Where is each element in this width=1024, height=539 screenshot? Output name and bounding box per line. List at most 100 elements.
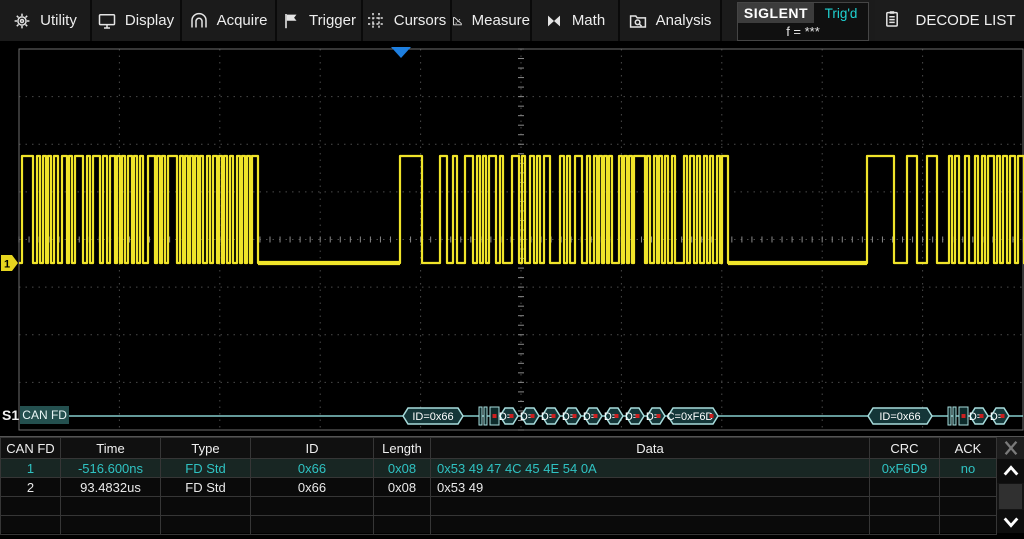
menu-item-acquire[interactable]: Acquire <box>182 0 277 41</box>
trigger-position-marker[interactable] <box>391 47 411 58</box>
menu-item-utility[interactable]: Utility <box>0 0 92 41</box>
close-icon <box>1001 439 1021 457</box>
table-cell <box>870 478 940 497</box>
table-cell: FD Std <box>161 459 251 478</box>
menu-item-label: Utility <box>40 12 77 29</box>
analysis-icon <box>629 12 647 30</box>
table-row[interactable] <box>1 516 997 535</box>
truncation-dot <box>980 414 984 418</box>
decode-short-bit <box>953 407 956 425</box>
column-header-crc: CRC <box>870 438 940 459</box>
scroll-up-button[interactable] <box>997 459 1024 483</box>
menu-item-label: Math <box>572 12 605 29</box>
table-cell <box>251 516 374 535</box>
table-cell <box>940 516 997 535</box>
menu-item-analysis[interactable]: Analysis <box>620 0 722 41</box>
bus-type-button[interactable]: CAN FD <box>20 406 69 424</box>
table-cell: 0x08 <box>374 459 431 478</box>
truncation-dot <box>531 414 535 418</box>
table-cell <box>251 497 374 516</box>
menu-item-trigger[interactable]: Trigger <box>277 0 363 41</box>
column-header-time: Time <box>61 438 161 459</box>
table-cell <box>61 516 161 535</box>
table-cell <box>61 497 161 516</box>
decode-bubble-label: ID=0x66 <box>412 411 453 423</box>
decode-short-bit <box>484 407 487 425</box>
table-cell: 0x66 <box>251 459 374 478</box>
trigger-status-badge: Trig'd <box>814 3 868 23</box>
table-cell: 0xF6D9 <box>870 459 940 478</box>
table-cell <box>374 516 431 535</box>
table-row[interactable]: 293.4832usFD Std0x660x080x53 49 <box>1 478 997 497</box>
table-header-row: CAN FDTimeTypeIDLengthDataCRCACK <box>1 438 997 459</box>
decode-list-button[interactable]: DECODE LIST <box>875 0 1024 41</box>
channel1-waveform <box>19 156 1024 263</box>
truncation-dot <box>1001 414 1005 418</box>
table-cell: 0x08 <box>374 478 431 497</box>
close-button[interactable] <box>997 437 1024 459</box>
frequency-readout: f = *** <box>738 23 868 40</box>
table-row[interactable]: 1-516.600nsFD Std0x660x080x53 49 47 4C 4… <box>1 459 997 478</box>
decode-bubble-label: C=0xF6D <box>667 411 714 423</box>
table-cell <box>374 497 431 516</box>
column-header-data: Data <box>431 438 870 459</box>
acquire-icon <box>190 12 208 30</box>
table-cell: 1 <box>1 459 61 478</box>
truncation-dot <box>962 414 966 418</box>
chevron-down-icon <box>1001 513 1021 531</box>
scope-canvas: 1ID=0x66D=D=D=D=D=D=D=D=C=0xF6DID=0x66D=… <box>0 45 1024 432</box>
table-cell: 93.4832us <box>61 478 161 497</box>
decode-short-bit <box>479 407 482 425</box>
bus-label: S1 <box>0 407 19 423</box>
menu-item-cursors[interactable]: Cursors <box>363 0 452 41</box>
menu-item-label: Trigger <box>309 12 356 29</box>
truncation-dot <box>552 414 556 418</box>
menu-item-label: Display <box>125 12 174 29</box>
decode-table: CAN FDTimeTypeIDLengthDataCRCACK 1-516.6… <box>0 437 997 535</box>
truncation-dot <box>594 414 598 418</box>
decode-list-panel: CAN FDTimeTypeIDLengthDataCRCACK 1-516.6… <box>0 436 1024 533</box>
table-row[interactable] <box>1 497 997 516</box>
math-icon <box>545 12 563 30</box>
table-cell <box>1 516 61 535</box>
menu-items: Utility Display Acquire Trigger Cursors Measu… <box>0 0 722 41</box>
menu-item-measure[interactable]: Measure <box>452 0 532 41</box>
truncation-dot <box>573 414 577 418</box>
table-cell <box>870 497 940 516</box>
scrollbar-thumb[interactable] <box>999 484 1022 510</box>
truncation-dot <box>710 414 714 418</box>
menu-item-label: Cursors <box>394 12 447 29</box>
table-cell <box>431 497 870 516</box>
table-cell <box>431 516 870 535</box>
table-cell: 0x66 <box>251 478 374 497</box>
cursors-icon <box>367 12 385 30</box>
status-panel: SIGLENT Trig'd f = *** <box>737 2 869 41</box>
scroll-down-button[interactable] <box>997 510 1024 533</box>
table-cell: no <box>940 459 997 478</box>
display-icon <box>98 12 116 30</box>
table-cell <box>870 516 940 535</box>
truncation-dot <box>657 414 661 418</box>
menu-item-label: Acquire <box>217 12 268 29</box>
decode-short-bit <box>948 407 951 425</box>
decode-list-icon <box>883 10 901 32</box>
truncation-dot <box>636 414 640 418</box>
brand-logo: SIGLENT <box>738 3 814 23</box>
table-controls <box>997 437 1024 533</box>
column-header-ack: ACK <box>940 438 997 459</box>
column-header-can-fd: CAN FD <box>1 438 61 459</box>
menu-item-display[interactable]: Display <box>92 0 182 41</box>
decode-bubble-label: ID=0x66 <box>879 411 920 423</box>
waveform-display: 1ID=0x66D=D=D=D=D=D=D=D=C=0xF6DID=0x66D=… <box>0 45 1024 432</box>
menu-bar: Utility Display Acquire Trigger Cursors Measu… <box>0 0 1024 43</box>
table-cell <box>940 497 997 516</box>
table-cell: 0x53 49 <box>431 478 870 497</box>
table-cell <box>161 516 251 535</box>
channel1-badge-label: 1 <box>4 259 10 271</box>
truncation-dot <box>510 414 514 418</box>
table-cell: -516.600ns <box>61 459 161 478</box>
decode-list-icon <box>883 10 901 28</box>
column-header-type: Type <box>161 438 251 459</box>
menu-item-math[interactable]: Math <box>532 0 620 41</box>
oscilloscope-screen: Utility Display Acquire Trigger Cursors Measu… <box>0 0 1024 539</box>
